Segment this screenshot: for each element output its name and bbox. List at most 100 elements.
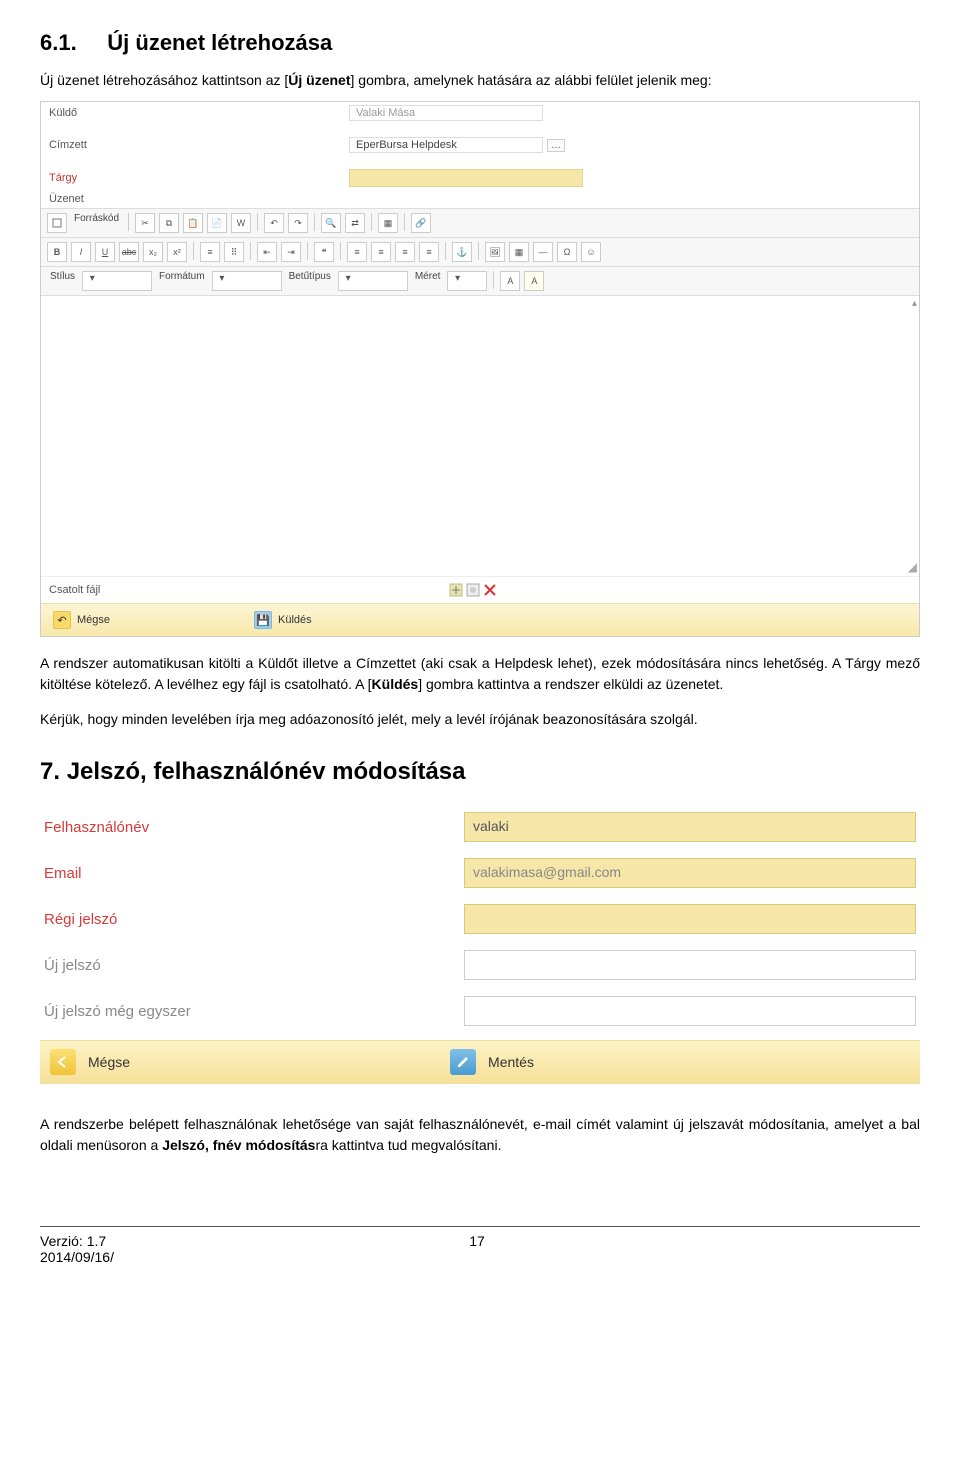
bullet-list-icon[interactable]: ⠿ — [224, 242, 244, 262]
cred-cancel-button[interactable]: Mégse — [50, 1049, 130, 1075]
toolbar-separator — [445, 242, 446, 260]
outdent-icon[interactable]: ⇤ — [257, 242, 277, 262]
intro-text-1: Új üzenet létrehozásához kattintson az [ — [40, 72, 288, 88]
copy-icon[interactable]: ⧉ — [159, 213, 179, 233]
section-7-title: Jelszó, felhasználónév módosítása — [67, 758, 466, 785]
attachment-label: Csatolt fájl — [49, 584, 449, 596]
bgcolor-icon[interactable]: A — [524, 271, 544, 291]
format-select[interactable]: ▾ — [212, 271, 282, 291]
toolbar-separator — [340, 242, 341, 260]
subject-input[interactable] — [349, 169, 583, 187]
newpw2-field[interactable] — [464, 996, 916, 1026]
send-button[interactable]: 💾 Küldés — [250, 609, 316, 631]
section-number: 6.1. — [40, 30, 77, 55]
paste-text-icon[interactable]: 📄 — [207, 213, 227, 233]
toolbar-separator — [493, 271, 494, 289]
section-7-number: 7. — [40, 758, 60, 785]
editor-body[interactable]: ▴ ◢ — [41, 296, 919, 576]
align-right-icon[interactable]: ≡ — [395, 242, 415, 262]
recipient-label: Címzett — [49, 139, 349, 151]
toolbar-separator — [478, 242, 479, 260]
subject-label: Tárgy — [49, 172, 349, 184]
size-label: Méret — [412, 271, 444, 291]
footer-version: Verzió: 1.7 — [40, 1233, 114, 1249]
cut-icon[interactable]: ✂ — [135, 213, 155, 233]
textcolor-icon[interactable]: A — [500, 271, 520, 291]
cred-save-label: Mentés — [488, 1054, 534, 1070]
toolbar-separator — [128, 213, 129, 231]
align-left-icon[interactable]: ≡ — [347, 242, 367, 262]
toolbar-separator — [371, 213, 372, 231]
smiley-icon[interactable]: ☺ — [581, 242, 601, 262]
bold-icon[interactable]: B — [47, 242, 67, 262]
hr-icon[interactable]: — — [533, 242, 553, 262]
size-select[interactable]: ▾ — [447, 271, 487, 291]
oldpw-label: Régi jelszó — [44, 911, 464, 928]
toolbar-separator — [314, 213, 315, 231]
footer-date: 2014/09/16/ — [40, 1249, 114, 1265]
send-label: Küldés — [278, 614, 312, 626]
underline-icon[interactable]: U — [95, 242, 115, 262]
newpw-label: Új jelszó — [44, 957, 464, 974]
toolbar-separator — [250, 242, 251, 260]
indent-icon[interactable]: ⇥ — [281, 242, 301, 262]
specialchar-icon[interactable]: Ω — [557, 242, 577, 262]
para1-t2: ] gombra kattintva a rendszer elküldi az… — [418, 676, 723, 692]
attachment-delete-icon[interactable] — [483, 583, 497, 597]
resize-handle-icon[interactable]: ◢ — [908, 560, 917, 574]
back-arrow-icon — [50, 1049, 76, 1075]
attachment-view-icon[interactable] — [466, 583, 480, 597]
paste-icon[interactable]: 📋 — [183, 213, 203, 233]
attachment-add-icon[interactable] — [449, 583, 463, 597]
undo-icon[interactable]: ↶ — [264, 213, 284, 233]
link-icon[interactable]: 🔗 — [411, 213, 431, 233]
italic-icon[interactable]: I — [71, 242, 91, 262]
recipient-field[interactable]: EperBursa Helpdesk — [349, 137, 543, 153]
table-icon[interactable]: ▦ — [509, 242, 529, 262]
superscript-icon[interactable]: x² — [167, 242, 187, 262]
para3-bold: Jelszó, fnév módosítás — [162, 1137, 315, 1153]
page-number: 17 — [114, 1233, 840, 1265]
oldpw-field[interactable] — [464, 904, 916, 934]
cancel-button[interactable]: ↶ Mégse — [49, 609, 114, 631]
recipient-browse-button[interactable]: … — [547, 139, 565, 152]
section-title-text: Új üzenet létrehozása — [107, 30, 332, 55]
source-button[interactable] — [47, 213, 67, 233]
font-select[interactable]: ▾ — [338, 271, 408, 291]
image-icon[interactable]: 🖼 — [485, 242, 505, 262]
numbered-list-icon[interactable]: ≡ — [200, 242, 220, 262]
section-7-heading: 7. Jelszó, felhasználónév módosítása — [40, 758, 920, 786]
collapse-icon[interactable]: ▴ — [912, 298, 917, 309]
source-label[interactable]: Forráskód — [71, 213, 122, 233]
attachment-row: Csatolt fájl — [41, 576, 919, 603]
replace-icon[interactable]: ⇄ — [345, 213, 365, 233]
compose-screenshot: Küldő Valaki Mása Címzett EperBursa Help… — [40, 101, 920, 637]
newpw-field[interactable] — [464, 950, 916, 980]
username-label: Felhasználónév — [44, 819, 464, 836]
style-label: Stílus — [47, 271, 78, 291]
editor-toolbar-row-2: B I U abc x₂ x² ≡ ⠿ ⇤ ⇥ ❝ ≡ ≡ ≡ ≡ ⚓ 🖼 ▦ … — [41, 238, 919, 267]
email-field[interactable]: valakimasa@gmail.com — [464, 858, 916, 888]
align-center-icon[interactable]: ≡ — [371, 242, 391, 262]
back-arrow-icon: ↶ — [53, 611, 71, 629]
subscript-icon[interactable]: x₂ — [143, 242, 163, 262]
email-label: Email — [44, 865, 464, 882]
anchor-icon[interactable]: ⚓ — [452, 242, 472, 262]
blockquote-icon[interactable]: ❝ — [314, 242, 334, 262]
selectall-icon[interactable]: ▦ — [378, 213, 398, 233]
paragraph-after-compose: A rendszer automatikusan kitölti a Küldő… — [40, 653, 920, 695]
font-label: Betűtípus — [286, 271, 334, 291]
para3-t2: ra kattintva tud megvalósítani. — [315, 1137, 501, 1153]
sender-field: Valaki Mása — [349, 105, 543, 121]
intro-text-2: ] gombra, amelynek hatására az alábbi fe… — [351, 72, 712, 88]
strike-icon[interactable]: abc — [119, 242, 139, 262]
toolbar-separator — [193, 242, 194, 260]
username-field[interactable]: valaki — [464, 812, 916, 842]
style-select[interactable]: ▾ — [82, 271, 152, 291]
format-label: Formátum — [156, 271, 208, 291]
align-justify-icon[interactable]: ≡ — [419, 242, 439, 262]
redo-icon[interactable]: ↷ — [288, 213, 308, 233]
find-icon[interactable]: 🔍 — [321, 213, 341, 233]
paste-word-icon[interactable]: W — [231, 213, 251, 233]
cred-save-button[interactable]: Mentés — [450, 1049, 534, 1075]
